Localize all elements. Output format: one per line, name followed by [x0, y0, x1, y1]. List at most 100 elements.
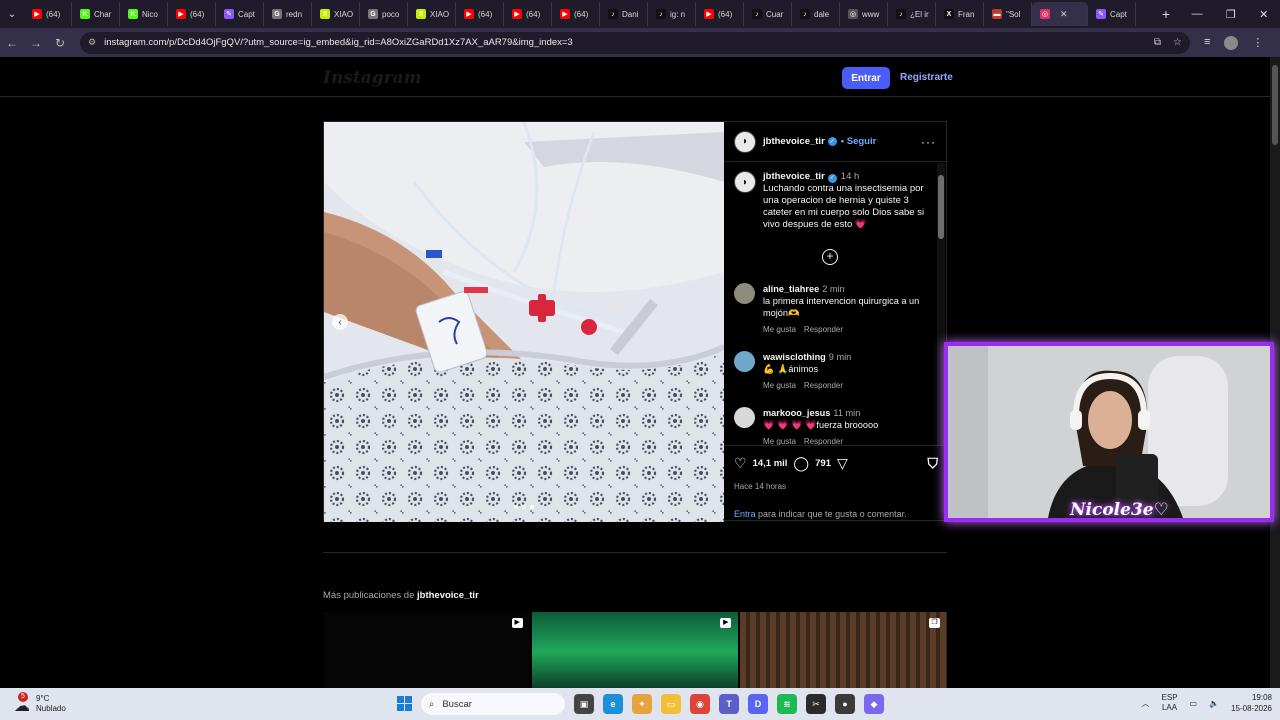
address-bar[interactable]: ⚙ instagram.com/p/DcDd4OjFgQV/?utm_sourc…	[80, 31, 1190, 54]
comment-reply-link[interactable]: Responder	[804, 380, 843, 392]
tab-search-button[interactable]: ⌄	[0, 0, 24, 28]
minimize-icon[interactable]: —	[1192, 8, 1203, 21]
author-username[interactable]: jbthevoice_tir	[763, 136, 825, 147]
browser-tab[interactable]: X Fran	[936, 2, 984, 26]
clock[interactable]: 19:08 15-08-2026	[1231, 692, 1272, 714]
browser-tab[interactable]: ♪ dale	[792, 2, 840, 26]
weather-widget[interactable]: ☁ 5 9°C Nublado	[14, 692, 154, 715]
caption-avatar[interactable]: ◗	[734, 171, 756, 193]
cast-icon[interactable]: ⧉	[1154, 37, 1161, 48]
browser-tab[interactable]: X XIAO	[408, 2, 456, 26]
spotify-icon[interactable]: ≋	[777, 694, 797, 714]
windows-start-icon[interactable]	[397, 696, 412, 711]
copilot-icon[interactable]: ✦	[632, 694, 652, 714]
comment-reply-link[interactable]: Responder	[804, 436, 843, 445]
comment-icon[interactable]: ◯	[793, 455, 809, 472]
tab-label: poco	[382, 9, 400, 19]
browser-tab[interactable]: ♪ ¿El ir	[888, 2, 936, 26]
browser-tab[interactable]: ◎ www	[840, 2, 888, 26]
forward-icon[interactable]: →	[24, 36, 48, 50]
more-posts-username[interactable]: jbthevoice_tir	[417, 590, 479, 601]
tab-label: (64)	[526, 9, 541, 19]
comment-like-link[interactable]: Me gusta	[763, 324, 796, 336]
close-window-icon[interactable]: ✕	[1259, 8, 1268, 21]
heart-icon[interactable]: ♡	[734, 455, 747, 472]
more-options-icon[interactable]: ···	[921, 135, 936, 149]
app-icon[interactable]: ◆	[864, 694, 884, 714]
comment-username[interactable]: markooo_jesus	[763, 408, 830, 418]
tab-active[interactable]: ◎ ✕	[1032, 2, 1088, 26]
browser-tab[interactable]: K Char	[72, 2, 120, 26]
instagram-logo[interactable]: Instagram	[323, 68, 422, 88]
post-photo[interactable]: ‹	[324, 122, 724, 522]
browser-tab[interactable]: K Nico	[120, 2, 168, 26]
bookmark-star-icon[interactable]: ☆	[1173, 37, 1182, 48]
scrollbar-thumb[interactable]	[1272, 65, 1278, 145]
share-icon[interactable]: ▽	[837, 455, 848, 472]
commenter-avatar[interactable]	[734, 407, 755, 428]
comment-like-link[interactable]: Me gusta	[763, 436, 796, 445]
restore-icon[interactable]: ❐	[1226, 8, 1236, 21]
browser-tab[interactable]: ▶ (64)	[504, 2, 552, 26]
tray-chevron-up-icon[interactable]: ︿	[1142, 698, 1150, 709]
load-more-comments-icon[interactable]: +	[822, 249, 838, 265]
section-divider	[323, 552, 947, 553]
obs-icon[interactable]: ●	[835, 694, 855, 714]
file-explorer-icon[interactable]: ▭	[661, 694, 681, 714]
chrome-icon[interactable]: ◉	[690, 694, 710, 714]
grid-post[interactable]: ▶	[323, 612, 530, 688]
browser-tab[interactable]: ✎ Capt	[216, 2, 264, 26]
grid-post[interactable]: ❐	[740, 612, 948, 688]
follow-button[interactable]: • Seguir	[841, 136, 877, 147]
browser-tab[interactable]: X XIAO	[312, 2, 360, 26]
taskbar-search[interactable]: ⌕ Buscar	[421, 693, 565, 715]
teams-icon[interactable]: T	[719, 694, 739, 714]
reading-list-icon[interactable]: ≡	[1204, 36, 1210, 50]
network-icon[interactable]: ▭	[1190, 699, 1198, 708]
browser-menu-icon[interactable]: ⋮	[1252, 36, 1263, 50]
volume-icon[interactable]: 🔈	[1209, 699, 1219, 708]
profile-avatar[interactable]	[1224, 35, 1239, 50]
scrollbar-thumb[interactable]	[938, 175, 944, 239]
comment-like-link[interactable]: Me gusta	[763, 380, 796, 392]
browser-tab[interactable]: Gpoco	[360, 2, 408, 26]
author-avatar[interactable]: ◗	[734, 130, 756, 153]
post-sidebar: ◗ jbthevoice_tir ✓ • Seguir ··· ◗ jbthev…	[724, 122, 946, 520]
browser-tab[interactable]: Gredn	[264, 2, 312, 26]
save-bookmark-icon[interactable]: ⛉	[928, 455, 939, 472]
task-view-icon[interactable]: ▣	[574, 694, 594, 714]
new-tab-button[interactable]: +	[1152, 6, 1180, 22]
browser-tab[interactable]: ♪ Dani	[600, 2, 648, 26]
commenter-avatar[interactable]	[734, 283, 755, 304]
browser-tab[interactable]: ▶ (64)	[456, 2, 504, 26]
caption-username[interactable]: jbthevoice_tir	[763, 171, 825, 182]
browser-toolbar: ← → ↻ ⚙ instagram.com/p/DcDd4OjFgQV/?utm…	[0, 28, 1280, 57]
capcut-icon[interactable]: ✂	[806, 694, 826, 714]
grid-post[interactable]: ▶	[531, 612, 739, 688]
browser-tab[interactable]: ▶ (64)	[168, 2, 216, 26]
edge-icon[interactable]: e	[603, 694, 623, 714]
comment-reply-link[interactable]: Responder	[804, 324, 843, 336]
language-indicator[interactable]: ESP LAA	[1162, 693, 1178, 713]
browser-tab[interactable]: ▶ (64)	[24, 2, 72, 26]
login-link[interactable]: Entra	[734, 509, 756, 519]
login-button[interactable]: Entrar	[842, 67, 890, 89]
previous-image-button[interactable]: ‹	[332, 314, 348, 330]
comment-username[interactable]: wawisclothing	[763, 352, 826, 362]
browser-tab[interactable]: ▶ (64)	[552, 2, 600, 26]
comment-username[interactable]: aline_tiahree	[763, 284, 819, 294]
browser-tab[interactable]: ✎ Capt	[1088, 2, 1136, 26]
carousel-icon: ❐	[929, 618, 941, 628]
discord-icon[interactable]: D	[748, 694, 768, 714]
browser-tab[interactable]: ▬ "Sol	[984, 2, 1032, 26]
tab-close-icon[interactable]: ✕	[1060, 9, 1068, 20]
back-icon[interactable]: ←	[0, 36, 24, 50]
browser-tab[interactable]: ♪ ig: n	[648, 2, 696, 26]
browser-tab[interactable]: ▶ (64)	[696, 2, 744, 26]
browser-tab[interactable]: ♪ Cuar	[744, 2, 792, 26]
site-info-icon[interactable]: ⚙	[88, 37, 96, 48]
reload-icon[interactable]: ↻	[48, 36, 72, 50]
commenter-avatar[interactable]	[734, 351, 755, 372]
signup-link[interactable]: Registrarte	[900, 72, 953, 83]
tab-favicon-icon: ▶	[704, 9, 714, 19]
